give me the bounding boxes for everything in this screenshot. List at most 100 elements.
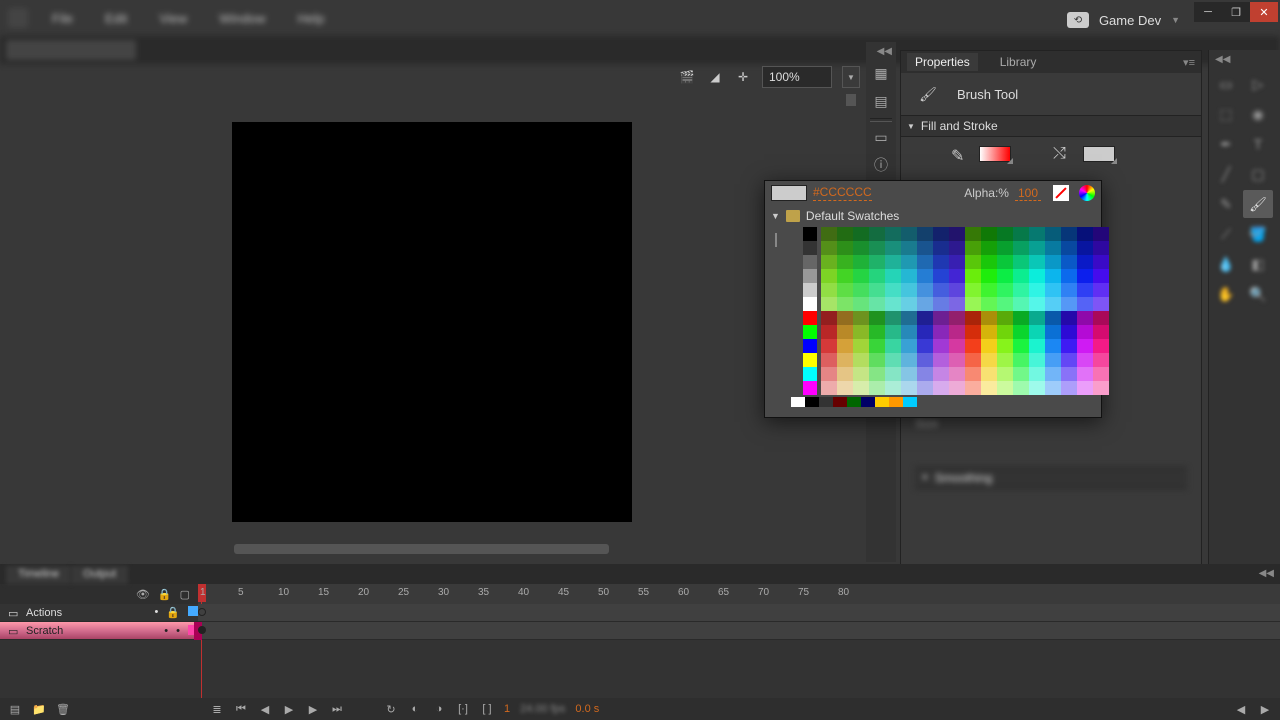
swatch-cell[interactable] — [1093, 367, 1109, 381]
swatch-cell[interactable] — [917, 241, 933, 255]
swatch-cell[interactable] — [837, 241, 853, 255]
swatch-cell[interactable] — [965, 227, 981, 241]
swatch-cell[interactable] — [853, 227, 869, 241]
swatch-cell[interactable] — [1045, 311, 1061, 325]
extra-swatch[interactable] — [833, 397, 847, 407]
swatch-cell[interactable] — [965, 311, 981, 325]
swatch-cell[interactable] — [1029, 339, 1045, 353]
section-fill-stroke[interactable]: ▼ Fill and Stroke — [901, 115, 1201, 137]
swatch-cell[interactable] — [901, 269, 917, 283]
swatch-cell[interactable] — [837, 353, 853, 367]
swatch-cell[interactable] — [853, 297, 869, 311]
swatch-cell[interactable] — [981, 283, 997, 297]
basic-swatch[interactable] — [803, 227, 817, 241]
menu-view[interactable]: View — [151, 7, 195, 30]
basic-swatch[interactable] — [803, 367, 817, 381]
swatch-cell[interactable] — [1061, 297, 1077, 311]
extra-swatch[interactable] — [791, 397, 805, 407]
scroll-left-button[interactable]: ◀ — [1234, 702, 1248, 716]
extra-swatch[interactable] — [805, 397, 819, 407]
pencil-tool[interactable]: ✎ — [1211, 190, 1241, 218]
swatch-cell[interactable] — [853, 367, 869, 381]
edit-scene-icon[interactable]: ◢ — [706, 69, 724, 85]
swatch-cell[interactable] — [965, 241, 981, 255]
swatch-cell[interactable] — [901, 241, 917, 255]
swatch-cell[interactable] — [965, 297, 981, 311]
stroke-color-swatch[interactable] — [1083, 146, 1115, 162]
basic-swatch[interactable] — [803, 255, 817, 269]
swatch-cell[interactable] — [1093, 297, 1109, 311]
swatch-cell[interactable] — [1029, 255, 1045, 269]
swatch-cell[interactable] — [997, 339, 1013, 353]
swatch-cell[interactable] — [821, 311, 837, 325]
swatch-cell[interactable] — [853, 339, 869, 353]
swatch-cell[interactable] — [981, 339, 997, 353]
swatch-cell[interactable] — [837, 311, 853, 325]
outline-icon[interactable]: ▢ — [180, 588, 190, 601]
swatch-cell[interactable] — [933, 255, 949, 269]
swatch-cell[interactable] — [1045, 367, 1061, 381]
swatch-cell[interactable] — [885, 283, 901, 297]
swatch-cell[interactable] — [917, 255, 933, 269]
extra-swatch[interactable] — [875, 397, 889, 407]
swatch-cell[interactable] — [997, 283, 1013, 297]
basic-swatch[interactable] — [803, 297, 817, 311]
swatch-cell[interactable] — [933, 381, 949, 395]
swatch-cell[interactable] — [949, 311, 965, 325]
swatch-cell[interactable] — [821, 269, 837, 283]
swatch-cell[interactable] — [1029, 283, 1045, 297]
swatch-cell[interactable] — [1061, 367, 1077, 381]
swatch-cell[interactable] — [1013, 339, 1029, 353]
swatch-cell[interactable] — [821, 353, 837, 367]
swatch-cell[interactable] — [885, 255, 901, 269]
layer-track[interactable] — [198, 622, 1280, 640]
minimize-button[interactable]: ─ — [1194, 2, 1222, 22]
scroll-right-button[interactable]: ▶ — [1258, 702, 1272, 716]
layer-outline-box[interactable] — [188, 606, 198, 616]
swatch-cell[interactable] — [821, 241, 837, 255]
swatch-cell[interactable] — [1045, 325, 1061, 339]
swatch-cell[interactable] — [821, 367, 837, 381]
brush-tool[interactable]: 🖌 — [1243, 190, 1273, 218]
swatch-cell[interactable] — [997, 269, 1013, 283]
swatch-cell[interactable] — [965, 269, 981, 283]
stage-canvas[interactable] — [232, 122, 632, 522]
swatch-cell[interactable] — [1093, 255, 1109, 269]
swatch-cell[interactable] — [965, 381, 981, 395]
swatch-cell[interactable] — [869, 227, 885, 241]
swatch-cell[interactable] — [1045, 269, 1061, 283]
swatch-cell[interactable] — [885, 381, 901, 395]
swatch-cell[interactable] — [1029, 241, 1045, 255]
swatch-cell[interactable] — [1077, 255, 1093, 269]
extra-swatch[interactable] — [903, 397, 917, 407]
swatch-cell[interactable] — [917, 227, 933, 241]
swatch-cell[interactable] — [949, 269, 965, 283]
swatch-cell[interactable] — [1013, 325, 1029, 339]
swatch-cell[interactable] — [981, 353, 997, 367]
play-button[interactable]: ▶ — [282, 702, 296, 716]
swatch-cell[interactable] — [821, 325, 837, 339]
zoom-dropdown[interactable]: ▼ — [842, 66, 860, 88]
menu-edit[interactable]: Edit — [97, 7, 135, 30]
basic-swatch[interactable] — [803, 381, 817, 395]
swatch-cell[interactable] — [869, 241, 885, 255]
swatch-cell[interactable] — [885, 325, 901, 339]
prev-frame-button[interactable]: ◀ — [258, 702, 272, 716]
swatch-cell[interactable] — [869, 283, 885, 297]
eraser-tool[interactable]: ◧ — [1243, 250, 1273, 278]
swatch-cell[interactable] — [821, 381, 837, 395]
swatch-cell[interactable] — [885, 227, 901, 241]
loop-button[interactable]: ↻ — [384, 702, 398, 716]
swatch-cell[interactable] — [1029, 325, 1045, 339]
swatch-cell[interactable] — [821, 227, 837, 241]
menu-file[interactable]: File — [44, 7, 81, 30]
swatch-cell[interactable] — [997, 241, 1013, 255]
swatch-cell[interactable] — [1013, 241, 1029, 255]
fill-color-swatch[interactable] — [979, 146, 1011, 162]
layer-info[interactable]: ▭Scratch•• — [0, 622, 198, 640]
swatch-cell[interactable] — [869, 353, 885, 367]
swatch-cell[interactable] — [981, 381, 997, 395]
swatch-cell[interactable] — [901, 367, 917, 381]
swatch-cell[interactable] — [1013, 311, 1029, 325]
maximize-button[interactable]: ❐ — [1222, 2, 1250, 22]
